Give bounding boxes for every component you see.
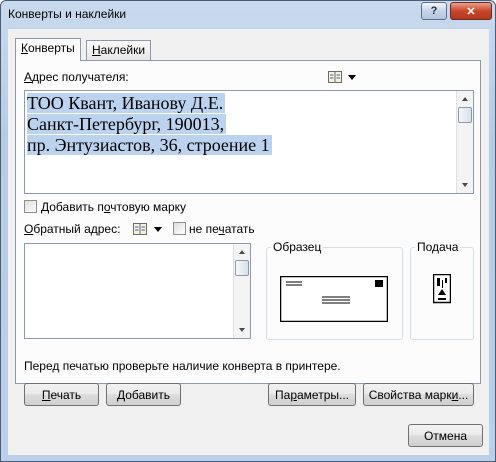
scroll-up-icon[interactable]	[234, 244, 250, 260]
return-address-field[interactable]	[24, 243, 251, 339]
return-address-label: Обратный адрес:	[24, 222, 121, 236]
envelopes-dialog: Конверты и наклейки ? ✕ Конверты Наклейк…	[0, 0, 496, 462]
stamp-properties-button[interactable]: Свойства марки...	[363, 383, 474, 406]
add-stamp-label: Добавить почтовую марку	[41, 200, 187, 214]
feed-label: Подача	[415, 240, 461, 254]
scroll-down-icon[interactable]	[234, 322, 250, 338]
recipient-line-2: Санкт-Петербург, 190013,	[27, 114, 227, 134]
window-title: Конверты и наклейки	[8, 7, 127, 21]
options-button-label: Параметры...	[275, 387, 349, 402]
omit-return-label: не печатать	[189, 222, 255, 236]
feed-frame: Подача	[410, 240, 474, 340]
options-button[interactable]: Параметры...	[268, 383, 356, 406]
tab-envelopes[interactable]: Конверты	[15, 38, 81, 61]
recipient-line-1: ТОО Квант, Иванову Д.Е.	[27, 93, 226, 113]
omit-return-checkbox[interactable]	[173, 222, 186, 235]
return-address-dropdown-icon[interactable]	[154, 227, 162, 232]
scroll-down-icon[interactable]	[457, 177, 473, 193]
scroll-thumb[interactable]	[235, 260, 249, 276]
dialog-body: Конверты Наклейки Адрес получателя: ТОО …	[8, 29, 489, 455]
return-scrollbar[interactable]	[233, 244, 250, 338]
cancel-button-label: Отмена	[423, 428, 468, 443]
envelopes-panel: Адрес получателя: ТОО Квант, Иванову Д.Е…	[15, 60, 481, 384]
recipient-address-field[interactable]: ТОО Квант, Иванову Д.Е. Санкт-Петербург,…	[24, 90, 474, 194]
title-bar: Конверты и наклейки ? ✕	[1, 1, 495, 29]
preview-label: Образец	[271, 240, 324, 254]
add-button-label: Добавить	[116, 387, 171, 402]
recipient-address-text: ТОО Квант, Иванову Д.Е. Санкт-Петербург,…	[27, 93, 272, 156]
scroll-thumb[interactable]	[458, 107, 472, 123]
close-button[interactable]: ✕	[450, 2, 492, 20]
address-book-icon[interactable]	[328, 71, 342, 83]
recipient-label: Адрес получателя:	[24, 70, 129, 84]
tab-labels[interactable]: Наклейки	[86, 40, 152, 61]
tab-envelopes-label: Конверты	[21, 41, 75, 55]
hint-text: Перед печатью проверьте наличие конверта…	[24, 359, 341, 373]
print-button-label: Печать	[41, 387, 82, 402]
print-button[interactable]: Печать	[24, 383, 99, 406]
add-stamp-checkbox[interactable]	[24, 200, 37, 213]
feed-preview[interactable]	[432, 273, 452, 311]
tab-labels-label: Наклейки	[92, 43, 146, 57]
cancel-button[interactable]: Отмена	[408, 424, 483, 447]
stamp-properties-button-label: Свойства марки...	[368, 387, 469, 402]
envelope-preview[interactable]	[279, 275, 389, 325]
recipient-line-3: пр. Энтузиастов, 36, строение 1	[27, 135, 272, 155]
scroll-up-icon[interactable]	[457, 91, 473, 107]
recipient-scrollbar[interactable]	[456, 91, 473, 193]
address-book-dropdown-icon[interactable]	[348, 75, 356, 80]
help-button[interactable]: ?	[421, 2, 447, 20]
preview-frame: Образец	[266, 240, 403, 340]
return-address-book-icon[interactable]	[133, 223, 147, 235]
add-to-document-button[interactable]: Добавить	[106, 383, 181, 406]
